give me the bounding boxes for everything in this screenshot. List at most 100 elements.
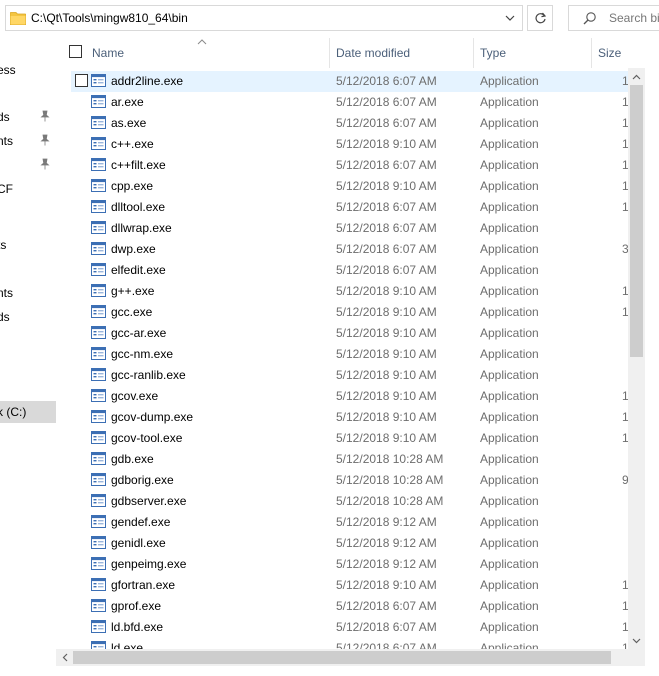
application-icon [91,557,106,570]
file-date-modified: 5/12/2018 6:07 AM [336,200,437,214]
file-type: Application [480,116,539,130]
nav-item-label: CF [0,182,13,196]
file-name: gprof.exe [111,599,162,613]
file-date-modified: 5/12/2018 10:28 AM [336,473,444,487]
application-icon [91,389,106,402]
file-name: c++.exe [111,137,154,151]
vertical-scrollbar[interactable] [628,68,645,649]
nav-item-pinned[interactable] [0,155,56,175]
search-input[interactable]: Search bin [609,11,659,25]
application-icon [91,179,106,192]
horizontal-scroll-thumb[interactable] [73,651,611,664]
file-row[interactable]: gdbserver.exe 5/12/2018 10:28 AM Applicati… [71,491,628,512]
nav-item-documents-2[interactable]: nts [0,283,56,303]
file-row[interactable]: ld.bfd.exe 5/12/2018 6:07 AM Application 1 [71,617,628,638]
column-date-modified[interactable]: Date modified [329,38,473,68]
nav-item-label: ess [0,63,16,77]
file-name: addr2line.exe [111,74,184,88]
select-all-checkbox[interactable] [69,45,82,58]
file-row[interactable]: gcov-dump.exe 5/12/2018 9:10 AM Applicatio… [71,407,628,428]
file-name: elfedit.exe [111,263,166,277]
nav-item-objects[interactable]: ts [0,235,56,255]
application-icon [91,305,106,318]
file-type: Application [480,263,539,277]
file-row[interactable]: c++.exe 5/12/2018 9:10 AM Application 1 [71,134,628,155]
nav-item-label: nts [0,286,14,300]
file-date-modified: 5/12/2018 9:10 AM [336,410,437,424]
file-date-modified: 5/12/2018 9:10 AM [336,326,437,340]
file-row[interactable]: gdb.exe 5/12/2018 10:28 AM Application [71,449,628,470]
chevron-down-icon[interactable] [504,12,516,24]
row-checkbox[interactable] [75,74,88,87]
column-size[interactable]: Size [591,38,659,68]
file-row[interactable]: gcc-nm.exe 5/12/2018 9:10 AM Application [71,344,628,365]
column-name[interactable]: Name [85,38,328,68]
file-row[interactable]: gcov-tool.exe 5/12/2018 9:10 AM Applicatio… [71,428,628,449]
file-row[interactable]: cpp.exe 5/12/2018 9:10 AM Application 1 [71,176,628,197]
file-row[interactable]: genidl.exe 5/12/2018 9:12 AM Application [71,533,628,554]
file-row[interactable]: gprof.exe 5/12/2018 6:07 AM Application 1 [71,596,628,617]
horizontal-scrollbar[interactable] [56,649,645,666]
nav-item-cf[interactable]: CF [0,179,56,199]
file-row[interactable]: gcov.exe 5/12/2018 9:10 AM Application 1 [71,386,628,407]
file-row[interactable]: as.exe 5/12/2018 6:07 AM Application 1 [71,113,628,134]
refresh-icon [534,12,546,23]
file-row[interactable]: c++filt.exe 5/12/2018 6:07 AM Application 1 [71,155,628,176]
vertical-scroll-thumb[interactable] [630,85,643,357]
nav-item-local-disk[interactable]: k (C:) [0,401,56,423]
pin-icon[interactable] [39,110,51,122]
file-date-modified: 5/12/2018 6:07 AM [336,263,437,277]
file-name: ld.exe [111,641,144,649]
address-bar[interactable]: C:\Qt\Tools\mingw810_64\bin [5,5,523,31]
file-row[interactable]: gcc-ranlib.exe 5/12/2018 9:10 AM Applicati… [71,365,628,386]
nav-item-downloads[interactable]: ds [0,107,56,127]
address-path: C:\Qt\Tools\mingw810_64\bin [31,11,188,25]
file-row[interactable]: gcc-ar.exe 5/12/2018 9:10 AM Application [71,323,628,344]
file-row[interactable]: genpeimg.exe 5/12/2018 9:12 AM Application [71,554,628,575]
nav-item-label: ts [0,238,7,252]
nav-item-quick-access[interactable]: ess [0,60,56,80]
file-date-modified: 5/12/2018 9:10 AM [336,305,437,319]
file-name: dwp.exe [111,242,156,256]
file-name: gcov-tool.exe [111,431,183,445]
pin-icon[interactable] [39,134,51,146]
application-icon [91,536,106,549]
refresh-button[interactable] [527,5,553,31]
file-type: Application [480,641,539,649]
file-row[interactable]: elfedit.exe 5/12/2018 6:07 AM Application [71,260,628,281]
scroll-left-arrow[interactable] [56,649,73,666]
file-row[interactable]: addr2line.exe 5/12/2018 6:07 AM Applicatio… [71,71,628,92]
column-type[interactable]: Type [473,38,591,68]
file-date-modified: 5/12/2018 6:07 AM [336,74,437,88]
file-row[interactable]: gcc.exe 5/12/2018 9:10 AM Application 1 [71,302,628,323]
file-row[interactable]: gfortran.exe 5/12/2018 9:10 AM Application… [71,575,628,596]
file-type: Application [480,620,539,634]
file-row[interactable]: gendef.exe 5/12/2018 9:12 AM Application [71,512,628,533]
file-date-modified: 5/12/2018 9:10 AM [336,368,437,382]
nav-item-label: ds [0,110,10,124]
file-type: Application [480,536,539,550]
file-date-modified: 5/12/2018 9:10 AM [336,347,437,361]
application-icon [91,263,106,276]
file-row[interactable]: ld.exe 5/12/2018 6:07 AM Application 1 [71,638,628,649]
pin-icon[interactable] [39,158,51,170]
file-name: gdbserver.exe [111,494,187,508]
file-name: genpeimg.exe [111,557,187,571]
search-box[interactable]: Search bin [568,5,659,31]
file-row[interactable]: g++.exe 5/12/2018 9:10 AM Application 1 [71,281,628,302]
file-row[interactable]: gdborig.exe 5/12/2018 10:28 AM Application… [71,470,628,491]
file-row[interactable]: dllwrap.exe 5/12/2018 6:07 AM Application [71,218,628,239]
scroll-down-arrow[interactable] [628,632,645,649]
file-row[interactable]: dwp.exe 5/12/2018 6:07 AM Application 3 [71,239,628,260]
scroll-up-arrow[interactable] [628,68,645,85]
file-type: Application [480,200,539,214]
application-icon [91,452,106,465]
nav-item-documents[interactable]: nts [0,131,56,151]
file-list: addr2line.exe 5/12/2018 6:07 AM Applicatio… [56,71,628,649]
file-row[interactable]: dlltool.exe 5/12/2018 6:07 AM Application 1 [71,197,628,218]
nav-item-downloads-2[interactable]: ds [0,307,56,327]
file-row[interactable]: ar.exe 5/12/2018 6:07 AM Application 1 [71,92,628,113]
chevron-down-icon [632,638,641,643]
application-icon [91,95,106,108]
file-type: Application [480,368,539,382]
